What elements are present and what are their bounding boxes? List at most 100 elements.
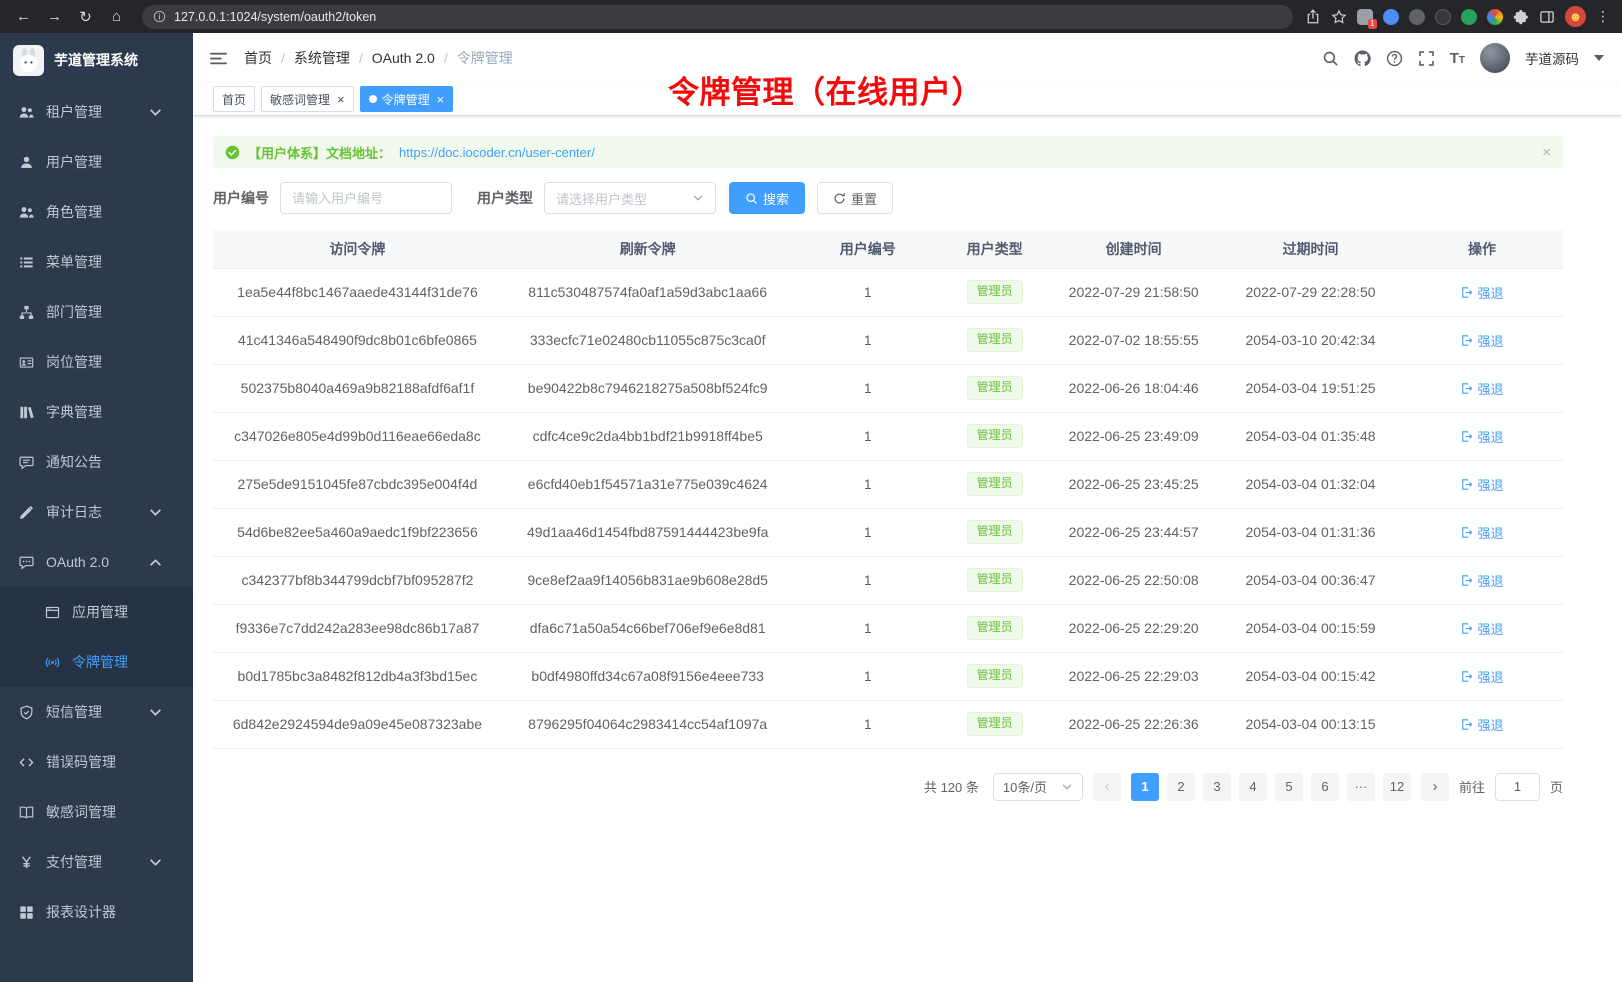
user-id-cell: 1 bbox=[793, 460, 942, 508]
sidebar-collapse-button[interactable] bbox=[193, 33, 244, 83]
extension-icon-badged[interactable]: 1 bbox=[1357, 9, 1373, 25]
sidebar-item-error-code[interactable]: 错误码管理 bbox=[0, 737, 193, 787]
force-logout-button[interactable]: 强退 bbox=[1460, 619, 1503, 638]
search-button[interactable]: 搜索 bbox=[729, 182, 805, 214]
user-type-cell: 管理员 bbox=[942, 604, 1047, 652]
pagination-page-12[interactable]: 12 bbox=[1383, 773, 1411, 801]
github-icon[interactable] bbox=[1354, 50, 1371, 67]
user-avatar[interactable] bbox=[1480, 43, 1510, 73]
extension-icon-dark-2[interactable] bbox=[1435, 9, 1451, 25]
sidebar-item-post[interactable]: 岗位管理 bbox=[0, 337, 193, 387]
breadcrumb-item[interactable]: 系统管理 bbox=[294, 48, 350, 68]
browser-menu-icon[interactable]: ⋮ bbox=[1596, 8, 1610, 25]
force-logout-button[interactable]: 强退 bbox=[1460, 283, 1503, 302]
header-search-icon[interactable] bbox=[1322, 50, 1339, 67]
sidebar-item-menu[interactable]: 菜单管理 bbox=[0, 237, 193, 287]
tab-token[interactable]: 令牌管理 × bbox=[360, 86, 454, 112]
pagination-page-5[interactable]: 5 bbox=[1275, 773, 1303, 801]
extension-icon-dark-1[interactable] bbox=[1409, 9, 1425, 25]
extension-icon-green[interactable] bbox=[1461, 9, 1477, 25]
browser-profile-avatar[interactable]: ☻ bbox=[1565, 6, 1586, 27]
sidebar-item-dict[interactable]: 字典管理 bbox=[0, 387, 193, 437]
browser-forward-button[interactable]: → bbox=[41, 4, 68, 30]
action-cell: 强退 bbox=[1401, 652, 1563, 700]
force-logout-button[interactable]: 强退 bbox=[1460, 331, 1503, 350]
alert-close-icon[interactable]: × bbox=[1542, 144, 1551, 161]
share-icon[interactable] bbox=[1305, 9, 1321, 25]
sidebar-item-dept[interactable]: 部门管理 bbox=[0, 287, 193, 337]
refresh-token-cell: dfa6c71a50a54c66bef706ef9e6e8d81 bbox=[502, 604, 794, 652]
tab-sensitive-word[interactable]: 敏感词管理× bbox=[261, 86, 354, 112]
sidebar-item-label: 字典管理 bbox=[46, 402, 102, 422]
browser-chrome: ← → ↻ ⌂ 127.0.0.1:1024/system/oauth2/tok… bbox=[0, 0, 1622, 33]
sidebar-item-label: 敏感词管理 bbox=[46, 802, 116, 822]
sidebar-item-sensitive-word[interactable]: 敏感词管理 bbox=[0, 787, 193, 837]
goto-page-input[interactable] bbox=[1495, 773, 1540, 801]
sidebar-item-label: 通知公告 bbox=[46, 452, 102, 472]
user-type-select[interactable]: 请选择用户类型 bbox=[544, 182, 716, 214]
side-panel-icon[interactable] bbox=[1539, 9, 1555, 25]
extension-icon-blue[interactable] bbox=[1383, 9, 1399, 25]
pagination-next-button[interactable]: › bbox=[1421, 773, 1449, 801]
sidebar-item-tenant[interactable]: 租户管理 bbox=[0, 87, 193, 137]
pagination-ellipsis[interactable]: ··· bbox=[1347, 773, 1375, 801]
pagination-page-2[interactable]: 2 bbox=[1167, 773, 1195, 801]
font-size-icon[interactable]: TT bbox=[1450, 51, 1465, 66]
sidebar-item-oauth2-token[interactable]: 令牌管理 bbox=[0, 637, 193, 687]
force-logout-button[interactable]: 强退 bbox=[1460, 715, 1503, 734]
created-at-cell: 2022-07-29 21:58:50 bbox=[1047, 268, 1220, 316]
help-icon[interactable] bbox=[1386, 50, 1403, 67]
sidebar-item-notice[interactable]: 通知公告 bbox=[0, 437, 193, 487]
address-bar[interactable]: 127.0.0.1:1024/system/oauth2/token bbox=[142, 5, 1293, 29]
browser-back-button[interactable]: ← bbox=[10, 4, 37, 30]
sidebar-item-oauth2-application[interactable]: 应用管理 bbox=[0, 587, 193, 637]
page-size-select[interactable]: 10条/页 bbox=[993, 773, 1083, 801]
username[interactable]: 芋道源码 bbox=[1525, 48, 1579, 68]
user-id-cell: 1 bbox=[793, 316, 942, 364]
sidebar-item-role[interactable]: 角色管理 bbox=[0, 187, 193, 237]
browser-home-button[interactable]: ⌂ bbox=[103, 4, 130, 30]
user-menu-caret-icon[interactable] bbox=[1594, 53, 1604, 63]
sidebar-item-user[interactable]: 用户管理 bbox=[0, 137, 193, 187]
pagination-page-1[interactable]: 1 bbox=[1131, 773, 1159, 801]
books-icon bbox=[19, 405, 34, 420]
breadcrumb-item[interactable]: OAuth 2.0 bbox=[372, 50, 435, 66]
sidebar-item-report-designer[interactable]: 报表设计器 bbox=[0, 887, 193, 937]
reset-button[interactable]: 重置 bbox=[817, 182, 893, 214]
force-logout-button[interactable]: 强退 bbox=[1460, 475, 1503, 494]
action-cell: 强退 bbox=[1401, 700, 1563, 748]
extension-icon-colorful[interactable] bbox=[1487, 9, 1503, 25]
tab-close-icon[interactable]: × bbox=[437, 93, 445, 106]
force-logout-button[interactable]: 强退 bbox=[1460, 379, 1503, 398]
doc-link[interactable]: https://doc.iocoder.cn/user-center/ bbox=[399, 145, 595, 160]
pagination-prev-button[interactable]: ‹ bbox=[1093, 773, 1121, 801]
access-token-cell: 275e5de9151045fe87cbdc395e004f4d bbox=[213, 460, 502, 508]
force-logout-button[interactable]: 强退 bbox=[1460, 523, 1503, 542]
force-logout-button[interactable]: 强退 bbox=[1460, 571, 1503, 590]
breadcrumb-item[interactable]: 首页 bbox=[244, 48, 272, 68]
sidebar-item-pay[interactable]: 支付管理 bbox=[0, 837, 193, 887]
extensions-puzzle-icon[interactable] bbox=[1513, 9, 1529, 25]
expires-at-cell: 2054-03-04 00:36:47 bbox=[1220, 556, 1401, 604]
pagination-page-3[interactable]: 3 bbox=[1203, 773, 1231, 801]
user-id-input[interactable] bbox=[280, 182, 452, 214]
tab-home[interactable]: 首页 bbox=[213, 86, 255, 112]
browser-reload-button[interactable]: ↻ bbox=[72, 4, 99, 30]
site-info-icon[interactable] bbox=[153, 10, 166, 23]
sidebar-item-sms[interactable]: 短信管理 bbox=[0, 687, 193, 737]
logout-icon bbox=[1460, 478, 1473, 491]
pagination-page-4[interactable]: 4 bbox=[1239, 773, 1267, 801]
sidebar-item-audit-log[interactable]: 审计日志 bbox=[0, 487, 193, 537]
logo-image bbox=[13, 45, 44, 76]
fullscreen-icon[interactable] bbox=[1418, 50, 1435, 67]
pagination-page-6[interactable]: 6 bbox=[1311, 773, 1339, 801]
sidebar-item-oauth2[interactable]: OAuth 2.0 bbox=[0, 537, 193, 587]
bookmark-star-icon[interactable] bbox=[1331, 9, 1347, 25]
force-logout-button[interactable]: 强退 bbox=[1460, 667, 1503, 686]
force-logout-button[interactable]: 强退 bbox=[1460, 427, 1503, 446]
tab-close-icon[interactable]: × bbox=[337, 93, 345, 106]
app-logo[interactable]: 芋道管理系统 bbox=[0, 33, 193, 87]
person-icon bbox=[19, 155, 34, 170]
logout-icon bbox=[1460, 334, 1473, 347]
tab-label: 令牌管理 bbox=[382, 91, 430, 108]
